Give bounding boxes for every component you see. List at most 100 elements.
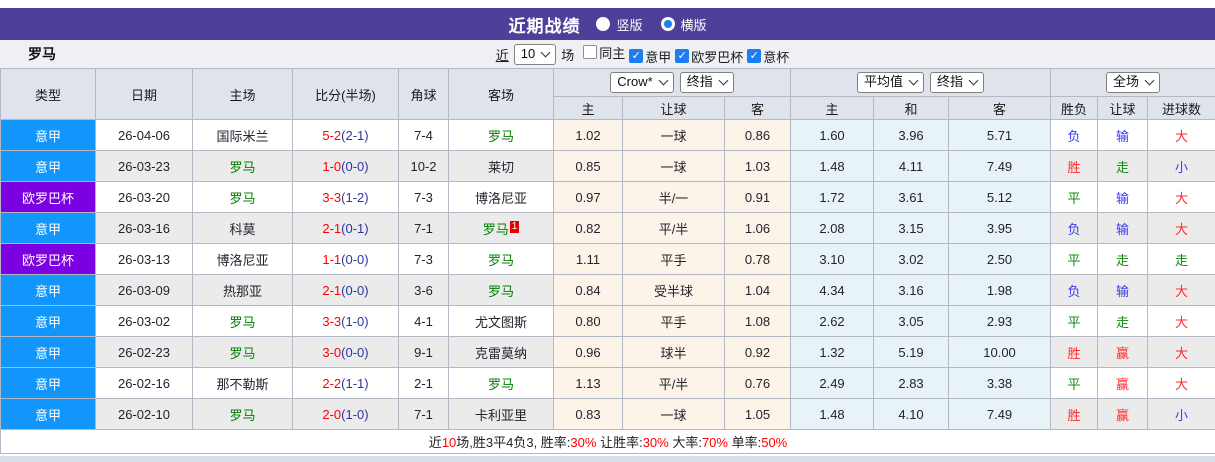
- avg-odds-draw: 3.15: [874, 213, 949, 244]
- matches-label: 场: [561, 45, 574, 64]
- corner-count: 7-4: [399, 120, 449, 151]
- result-outcome: 平: [1051, 368, 1098, 399]
- score-cell: 3-0(0-0): [293, 337, 399, 368]
- match-date: 26-03-13: [96, 244, 193, 275]
- handicap-odds-away: 1.06: [725, 213, 791, 244]
- result-goals: 大: [1148, 120, 1215, 151]
- checkbox-icon[interactable]: ✓: [675, 49, 689, 63]
- chevron-down-icon: [1145, 76, 1155, 86]
- avg-odds-home: 4.34: [791, 275, 874, 306]
- avg-odds-away: 5.71: [949, 120, 1051, 151]
- handicap-odds-home: 1.11: [554, 244, 623, 275]
- summary-segment: 近: [429, 435, 442, 450]
- result-outcome: 平: [1051, 306, 1098, 337]
- team-name: 罗马: [229, 160, 255, 175]
- avg-odds-away: 5.12: [949, 182, 1051, 213]
- score-cell: 2-2(1-1): [293, 368, 399, 399]
- home-team: 那不勒斯: [193, 368, 293, 399]
- recent-link[interactable]: 近: [496, 45, 509, 64]
- halftime-score: (0-0): [341, 159, 368, 174]
- avg-stage-value: 终指: [937, 74, 963, 90]
- away-team: 博洛尼亚: [449, 182, 554, 213]
- col-header-score: 比分(半场): [293, 69, 399, 120]
- team-name: 卡利亚里: [475, 408, 527, 423]
- title-bar: 近期战绩 竖版横版: [0, 8, 1215, 40]
- result-goals: 大: [1148, 213, 1215, 244]
- result-handicap: 输: [1098, 182, 1148, 213]
- team-name: 莱切: [488, 160, 514, 175]
- avg-odds-away: 7.49: [949, 399, 1051, 430]
- radio-icon[interactable]: [661, 17, 675, 31]
- home-team: 科莫: [193, 213, 293, 244]
- match-row: 意甲26-04-06国际米兰5-2(2-1)7-4罗马1.02一球0.861.6…: [1, 120, 1215, 151]
- halftime-score: (0-1): [341, 221, 368, 236]
- checkbox-icon[interactable]: ✓: [629, 49, 643, 63]
- result-outcome: 平: [1051, 182, 1098, 213]
- away-team: 罗马: [449, 244, 554, 275]
- handicap-odds-away: 0.86: [725, 120, 791, 151]
- checkbox-icon[interactable]: ✓: [747, 49, 761, 63]
- team-name: 罗马: [229, 346, 255, 361]
- match-row: 意甲26-03-16科莫2-1(0-1)7-1罗马10.82平/半1.062.0…: [1, 213, 1215, 244]
- score-cell: 3-3(1-2): [293, 182, 399, 213]
- handicap-odds-home: 0.83: [554, 399, 623, 430]
- avg-odds-home: 1.32: [791, 337, 874, 368]
- odds-stage-select[interactable]: 终指: [680, 72, 734, 93]
- handicap-odds-away: 1.03: [725, 151, 791, 182]
- filter-checkbox[interactable]: 同主: [583, 43, 625, 62]
- chevron-down-icon: [969, 76, 979, 86]
- home-team: 热那亚: [193, 275, 293, 306]
- result-handicap: 赢: [1098, 337, 1148, 368]
- footer-strip: [0, 456, 1215, 462]
- result-handicap: 走: [1098, 151, 1148, 182]
- checkbox-label: 意杯: [763, 47, 789, 66]
- result-goals: 走: [1148, 244, 1215, 275]
- radio-icon[interactable]: [596, 17, 610, 31]
- avg-odds-home: 2.49: [791, 368, 874, 399]
- away-team: 尤文图斯: [449, 306, 554, 337]
- halftime-score: (0-0): [341, 345, 368, 360]
- score-cell: 1-0(0-0): [293, 151, 399, 182]
- handicap-odds-away: 0.76: [725, 368, 791, 399]
- layout-radio[interactable]: 竖版: [596, 15, 642, 34]
- home-team: 博洛尼亚: [193, 244, 293, 275]
- halftime-score: (1-0): [341, 407, 368, 422]
- checkbox-label: 意甲: [645, 47, 671, 66]
- corner-count: 7-1: [399, 399, 449, 430]
- avg-odds-away: 1.98: [949, 275, 1051, 306]
- match-count-select[interactable]: 10: [514, 44, 556, 65]
- filter-checkbox[interactable]: ✓欧罗巴杯: [675, 47, 743, 66]
- match-row: 欧罗巴杯26-03-20罗马3-3(1-2)7-3博洛尼亚0.97半/一0.91…: [1, 182, 1215, 213]
- handicap-line: 平手: [623, 306, 725, 337]
- halftime-score: (0-0): [341, 283, 368, 298]
- fulltime-score: 3-0: [322, 345, 341, 360]
- radio-label: 竖版: [616, 15, 642, 34]
- checkbox-icon[interactable]: [583, 45, 597, 59]
- handicap-odds-away: 1.04: [725, 275, 791, 306]
- home-team: 国际米兰: [193, 120, 293, 151]
- layout-radio[interactable]: 横版: [661, 15, 707, 34]
- scope-select[interactable]: 全场: [1106, 72, 1160, 93]
- filter-checkbox[interactable]: ✓意甲: [629, 47, 671, 66]
- col-header-type: 类型: [1, 69, 96, 120]
- avg-odds-home: 1.48: [791, 399, 874, 430]
- handicap-odds-away: 1.08: [725, 306, 791, 337]
- match-row: 意甲26-03-23罗马1-0(0-0)10-2莱切0.85一球1.031.48…: [1, 151, 1215, 182]
- avg-odds-home: 3.10: [791, 244, 874, 275]
- corner-count: 2-1: [399, 368, 449, 399]
- avg-select[interactable]: 平均值: [857, 72, 924, 93]
- filter-checkbox[interactable]: ✓意杯: [747, 47, 789, 66]
- odds-company-select[interactable]: Crow*: [610, 72, 673, 93]
- avg-odds-draw: 3.02: [874, 244, 949, 275]
- match-date: 26-03-09: [96, 275, 193, 306]
- avg-stage-select[interactable]: 终指: [930, 72, 984, 93]
- layout-radio-group: 竖版横版: [596, 15, 706, 34]
- team-name: 博洛尼亚: [216, 253, 268, 268]
- fulltime-score: 1-0: [322, 159, 341, 174]
- league-badge: 意甲: [1, 399, 96, 430]
- page-title: 近期战绩: [508, 12, 580, 37]
- chevron-down-icon: [541, 47, 551, 57]
- home-team: 罗马: [193, 399, 293, 430]
- handicap-line: 一球: [623, 151, 725, 182]
- match-row: 欧罗巴杯26-03-13博洛尼亚1-1(0-0)7-3罗马1.11平手0.783…: [1, 244, 1215, 275]
